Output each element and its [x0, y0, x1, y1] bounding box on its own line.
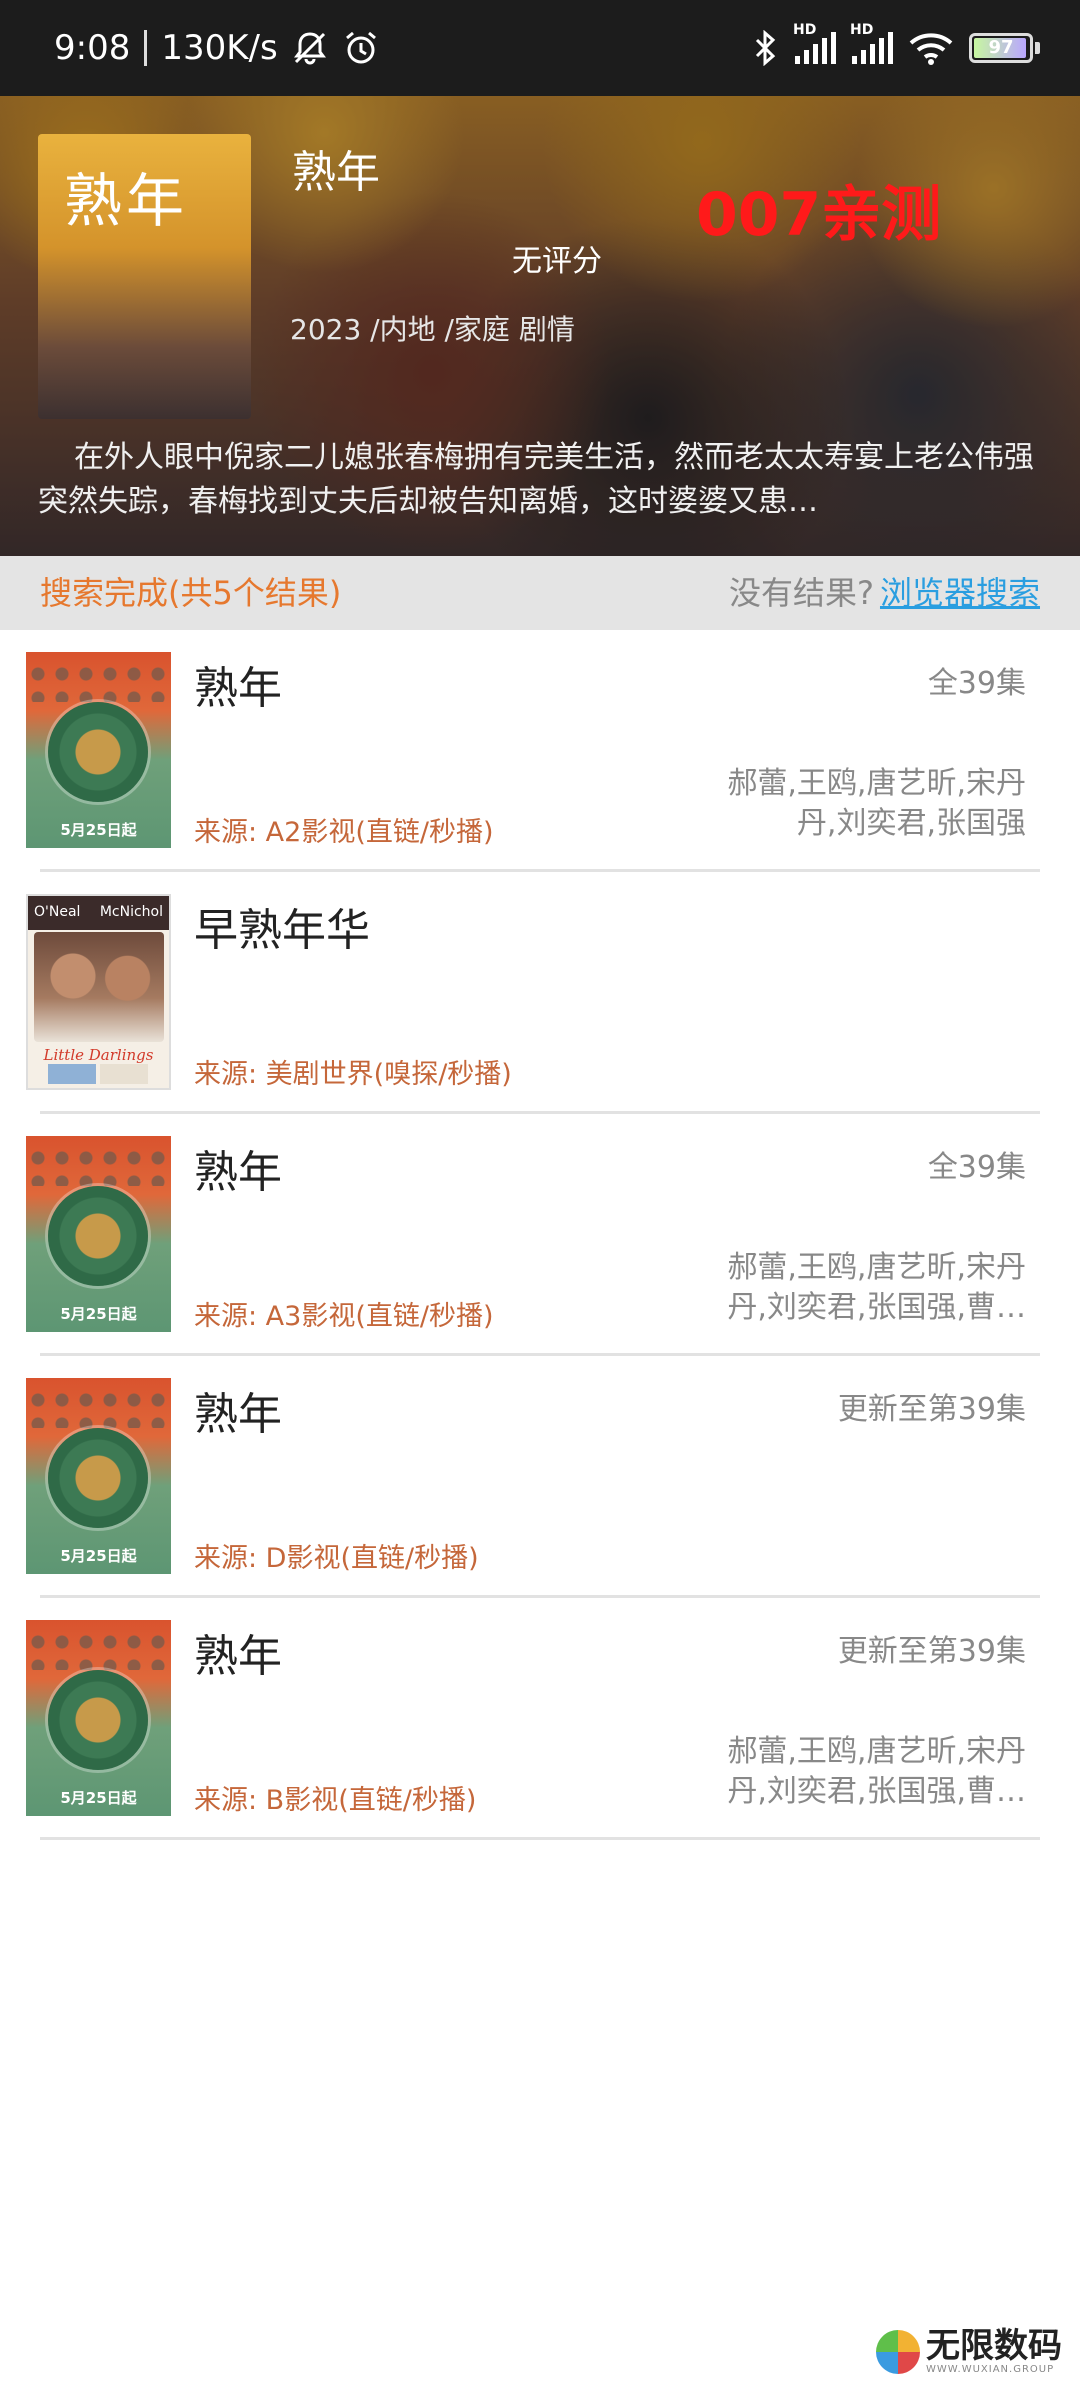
poster-credit-right: McNichol — [99, 904, 163, 920]
result-list: 5月25日起 熟年 全39集 郝蕾,王鸥,唐艺昕,宋丹丹,刘奕君,张国强 来源:… — [0, 630, 1080, 1840]
source-label: 来源: A2影视(直链/秒播) — [194, 817, 494, 848]
poster-people — [48, 297, 241, 407]
battery-icon: 97 — [969, 33, 1040, 63]
browser-search-link[interactable]: 浏览器搜索 — [880, 556, 1040, 630]
poster-date: 5月25日起 — [60, 1547, 137, 1565]
result-poster: O'Neal McNichol Little Darlings — [26, 894, 171, 1090]
source-label: 来源: D影视(直链/秒播) — [194, 1543, 479, 1574]
watermark-text: 007亲测 — [696, 180, 942, 250]
episode-count: 更新至第39集 — [837, 1392, 1026, 1427]
result-poster: 5月25日起 — [26, 652, 171, 848]
list-item[interactable]: 5月25日起 熟年 全39集 郝蕾,王鸥,唐艺昕,宋丹丹,刘奕君,张国强,曹… … — [0, 1114, 1080, 1356]
result-title: 熟年 — [194, 1147, 282, 1198]
cast-list: 郝蕾,王鸥,唐艺昕,宋丹丹,刘奕君,张国强,曹… — [727, 1734, 1026, 1809]
result-title: 熟年 — [194, 663, 282, 714]
source-label: 来源: B影视(直链/秒播) — [194, 1785, 477, 1816]
cast-list: 郝蕾,王鸥,唐艺昕,宋丹丹,刘奕君,张国强,曹… — [727, 1250, 1026, 1325]
result-title: 熟年 — [194, 1389, 282, 1440]
no-result-label: 没有结果? — [728, 574, 874, 612]
movie-title: 熟年 — [292, 147, 380, 198]
hd-label: HD — [793, 22, 817, 38]
poster-date: 5月25日起 — [60, 1789, 137, 1807]
movie-meta: 2023 /内地 /家庭 剧情 — [290, 313, 575, 346]
status-left: 9:08 130K/s — [54, 0, 380, 96]
logo-text-cn: 无限数码 — [926, 2326, 1062, 2366]
result-poster: 5月25日起 — [26, 1378, 171, 1574]
search-result-bar: 搜索完成(共5个结果) 没有结果? 浏览器搜索 — [0, 556, 1080, 630]
clock: 9:08 — [54, 28, 131, 68]
detail-header: 熟年 熟年 007亲测 无评分 2023 /内地 /家庭 剧情 在外人眼中倪家二… — [0, 96, 1080, 556]
poster-credit-left: O'Neal — [34, 904, 81, 920]
poster-title-text: Little Darlings — [43, 1046, 154, 1064]
hd-label: HD — [850, 22, 874, 38]
no-result-prompt: 没有结果? 浏览器搜索 — [729, 556, 1040, 630]
network-speed: 130K/s — [161, 28, 278, 68]
list-item[interactable]: 5月25日起 熟年 更新至第39集 来源: D影视(直链/秒播) — [0, 1356, 1080, 1598]
poster-date: 5月25日起 — [60, 1305, 137, 1323]
logo-text-en: WWW.WUXIAN.GROUP — [926, 2364, 1055, 2375]
episode-count: 全39集 — [927, 666, 1026, 701]
episode-count: 更新至第39集 — [837, 1634, 1026, 1669]
list-item[interactable]: 5月25日起 熟年 全39集 郝蕾,王鸥,唐艺昕,宋丹丹,刘奕君,张国强 来源:… — [0, 630, 1080, 872]
divider — [40, 1837, 1040, 1840]
search-result-count: 搜索完成(共5个结果) — [40, 574, 342, 612]
poster-date: 5月25日起 — [60, 821, 137, 839]
source-label: 来源: 美剧世界(嗅探/秒播) — [194, 1059, 512, 1090]
source-label: 来源: A3影视(直链/秒播) — [194, 1301, 494, 1332]
wifi-icon — [909, 33, 953, 65]
bell-off-icon — [293, 32, 326, 65]
poster-title-text: 熟年 — [64, 167, 189, 235]
battery-level: 97 — [988, 37, 1014, 58]
status-bar: 9:08 130K/s HD HD 97 — [0, 0, 1080, 96]
signal-hd-icon: HD — [850, 22, 893, 64]
rating-text: 无评分 — [512, 244, 602, 279]
alarm-icon — [345, 31, 376, 64]
status-separator — [144, 30, 148, 66]
movie-poster[interactable]: 熟年 — [38, 134, 251, 419]
result-poster: 5月25日起 — [26, 1620, 171, 1816]
episode-count: 全39集 — [927, 1150, 1026, 1185]
list-item[interactable]: O'Neal McNichol Little Darlings 早熟年华 来源:… — [0, 872, 1080, 1114]
result-poster: 5月25日起 — [26, 1136, 171, 1332]
result-title: 熟年 — [194, 1631, 282, 1682]
cast-list: 郝蕾,王鸥,唐艺昕,宋丹丹,刘奕君,张国强 — [727, 766, 1026, 841]
status-right: HD HD 97 — [753, 0, 1040, 96]
movie-synopsis[interactable]: 在外人眼中倪家二儿媳张春梅拥有完美生活，然而老太太寿宴上老公伟强突然失踪，春梅找… — [38, 436, 1042, 524]
list-item[interactable]: 5月25日起 熟年 更新至第39集 郝蕾,王鸥,唐艺昕,宋丹丹,刘奕君,张国强,… — [0, 1598, 1080, 1840]
logo-icon — [876, 2329, 920, 2374]
result-title: 早熟年华 — [194, 905, 370, 956]
signal-hd-icon: HD — [793, 22, 836, 64]
site-logo: 无限数码 WWW.WUXIAN.GROUP — [876, 2328, 1062, 2375]
bluetooth-icon — [755, 30, 776, 66]
